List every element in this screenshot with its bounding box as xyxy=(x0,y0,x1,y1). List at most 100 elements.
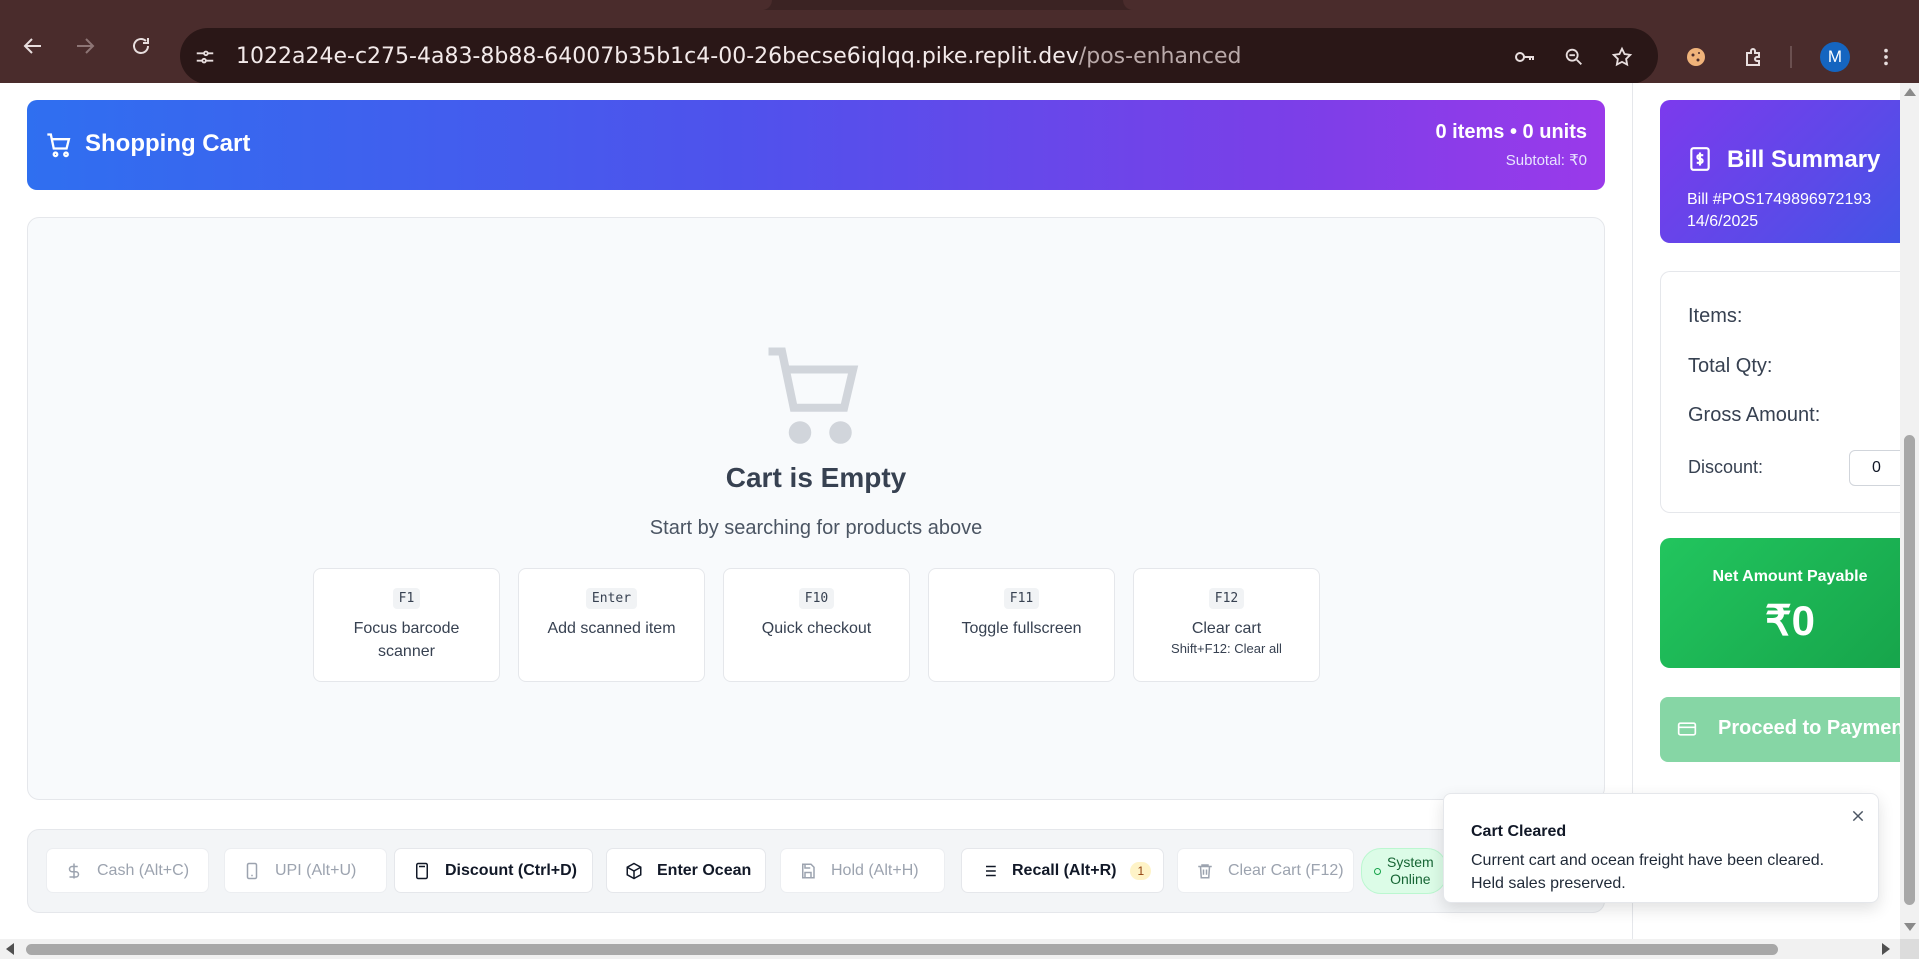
package-icon xyxy=(626,862,642,879)
enter-ocean-label: Enter Ocean xyxy=(657,861,752,879)
bill-summary-header: Bill Summary Bill #POS1749896972193 14/6… xyxy=(1660,100,1900,243)
shortcut-note: Shift+F12: Clear all xyxy=(1171,641,1282,656)
scroll-up-arrow-icon[interactable] xyxy=(1904,88,1916,96)
tab-left[interactable] xyxy=(0,0,772,10)
receipt-dollar-icon xyxy=(1690,147,1710,171)
calculator-icon xyxy=(416,862,428,879)
clear-cart-label: Clear Cart (F12) xyxy=(1228,861,1344,879)
shortcut-key: F11 xyxy=(1003,588,1040,609)
vertical-scroll-thumb[interactable] xyxy=(1904,435,1915,905)
browser-toolbar: 1022a24e-c275-4a83-8b88-64007b35b1c4-00-… xyxy=(0,10,1919,84)
shortcut-card: Enter Add scanned item xyxy=(518,568,705,682)
shortcut-card: F12 Clear cart Shift+F12: Clear all xyxy=(1133,568,1320,682)
reload-icon[interactable] xyxy=(125,30,157,62)
net-amount-label: Net Amount Payable xyxy=(1712,568,1868,585)
recall-button[interactable]: Recall (Alt+R) 1 xyxy=(961,848,1164,893)
bill-number: Bill #POS1749896972193 xyxy=(1687,191,1872,208)
bill-summary-title: Bill Summary xyxy=(1727,146,1881,173)
recall-count-badge: 1 xyxy=(1130,861,1152,880)
scroll-right-arrow-icon[interactable] xyxy=(1882,943,1890,955)
proceed-to-payment-button[interactable]: Proceed to Paymen xyxy=(1660,697,1900,762)
tab-right[interactable] xyxy=(1123,0,1919,10)
toast-notification: Cart Cleared Current cart and ocean frei… xyxy=(1443,793,1879,903)
key-icon[interactable] xyxy=(1511,43,1539,71)
empty-cart-title: Cart is Empty xyxy=(725,462,907,493)
hold-button[interactable]: Hold (Alt+H) xyxy=(780,848,945,893)
trash-icon xyxy=(1198,863,1212,878)
action-bar: Cash (Alt+C) UPI (Alt+U) Discount (Ctrl+… xyxy=(27,829,1605,913)
url-path: /pos-enhanced xyxy=(1078,44,1242,69)
upi-button[interactable]: UPI (Alt+U) xyxy=(224,848,387,893)
site-settings-icon[interactable] xyxy=(191,43,219,71)
shortcut-label: Toggle fullscreen xyxy=(961,620,1082,637)
empty-cart-subtitle: Start by searching for products above xyxy=(649,517,983,539)
discount-input[interactable]: 0 xyxy=(1849,450,1900,486)
zoom-icon[interactable] xyxy=(1560,43,1588,71)
shortcut-key: F12 xyxy=(1208,588,1245,609)
shortcut-label: Add scanned item xyxy=(547,620,676,637)
hold-button-label: Hold (Alt+H) xyxy=(831,861,919,879)
upi-button-label: UPI (Alt+U) xyxy=(275,861,357,879)
status-dot-icon xyxy=(1374,867,1381,875)
browser-menu-icon[interactable] xyxy=(1872,43,1900,71)
status-line-1: System xyxy=(1387,854,1434,870)
back-icon[interactable] xyxy=(17,30,49,62)
cookie-extension-icon[interactable] xyxy=(1682,43,1710,71)
url-host: 1022a24e-c275-4a83-8b88-64007b35b1c4-00-… xyxy=(236,44,1079,69)
scroll-down-arrow-icon[interactable] xyxy=(1904,923,1916,931)
cash-button[interactable]: Cash (Alt+C) xyxy=(46,848,209,893)
shortcut-label: Clear cart xyxy=(1191,620,1262,637)
system-status-badge: System Online xyxy=(1361,848,1447,894)
toast-title: Cart Cleared xyxy=(1471,823,1567,840)
scroll-left-arrow-icon[interactable] xyxy=(6,943,14,955)
toast-message: Current cart and ocean freight have been… xyxy=(1471,852,1825,892)
status-line-2: Online xyxy=(1390,871,1431,887)
credit-card-icon xyxy=(1677,722,1697,736)
discount-button[interactable]: Discount (Ctrl+D) xyxy=(394,848,593,893)
shortcut-card: F10 Quick checkout xyxy=(723,568,910,682)
clear-cart-button[interactable]: Clear Cart (F12) xyxy=(1177,848,1354,893)
dollar-icon xyxy=(68,863,80,878)
empty-cart-icon xyxy=(768,347,859,444)
cart-subtotal: Subtotal: ₹0 xyxy=(1505,152,1587,169)
gross-amount-label: Gross Amount: xyxy=(1688,404,1821,426)
bill-date: 14/6/2025 xyxy=(1687,213,1759,230)
page-viewport: Shopping Cart 0 items • 0 units Subtotal… xyxy=(0,83,1900,939)
list-icon xyxy=(982,865,996,876)
discount-label: Discount: xyxy=(1688,457,1764,477)
url-text: 1022a24e-c275-4a83-8b88-64007b35b1c4-00-… xyxy=(236,44,1242,69)
shortcut-key: F1 xyxy=(392,588,421,609)
cart-header: Shopping Cart 0 items • 0 units Subtotal… xyxy=(27,100,1605,190)
cash-button-label: Cash (Alt+C) xyxy=(97,861,190,879)
cart-title: Shopping Cart xyxy=(85,130,251,157)
bill-details: Items: Total Qty: Gross Amount: Discount… xyxy=(1660,271,1900,513)
vertical-scrollbar[interactable] xyxy=(1900,83,1919,939)
items-label: Items: xyxy=(1688,305,1743,327)
toolbar-separator xyxy=(1790,46,1792,68)
cart-body: Cart is Empty Start by searching for pro… xyxy=(27,217,1605,800)
horizontal-scroll-thumb[interactable] xyxy=(26,944,1778,955)
shopping-cart-icon xyxy=(47,133,71,158)
shortcut-label: Focus barcode scanner xyxy=(353,620,460,660)
forward-icon xyxy=(69,30,101,62)
close-icon[interactable] xyxy=(1850,808,1866,824)
tab-strip xyxy=(0,0,1919,10)
extensions-puzzle-icon[interactable] xyxy=(1740,43,1768,71)
shortcut-label: Quick checkout xyxy=(761,620,872,637)
horizontal-scrollbar[interactable] xyxy=(0,939,1900,959)
proceed-label: Proceed to Paymen xyxy=(1718,717,1900,739)
shortcut-list: F1 Focus barcode scanner Enter Add scann… xyxy=(313,568,1320,682)
smartphone-icon xyxy=(246,862,258,879)
shortcut-key: Enter xyxy=(585,588,638,609)
net-amount-card: Net Amount Payable ₹0 xyxy=(1660,538,1900,668)
system-status-text: System Online xyxy=(1387,854,1434,888)
discount-button-label: Discount (Ctrl+D) xyxy=(445,861,577,879)
enter-ocean-button[interactable]: Enter Ocean xyxy=(606,848,766,893)
bookmark-star-icon[interactable] xyxy=(1608,43,1636,71)
save-icon xyxy=(802,863,815,878)
scrollbar-corner xyxy=(1900,939,1919,959)
total-qty-label: Total Qty: xyxy=(1688,355,1773,377)
shortcut-key: F10 xyxy=(798,588,835,609)
profile-avatar[interactable]: M xyxy=(1820,42,1850,72)
cart-item-summary: 0 items • 0 units xyxy=(1435,121,1588,143)
